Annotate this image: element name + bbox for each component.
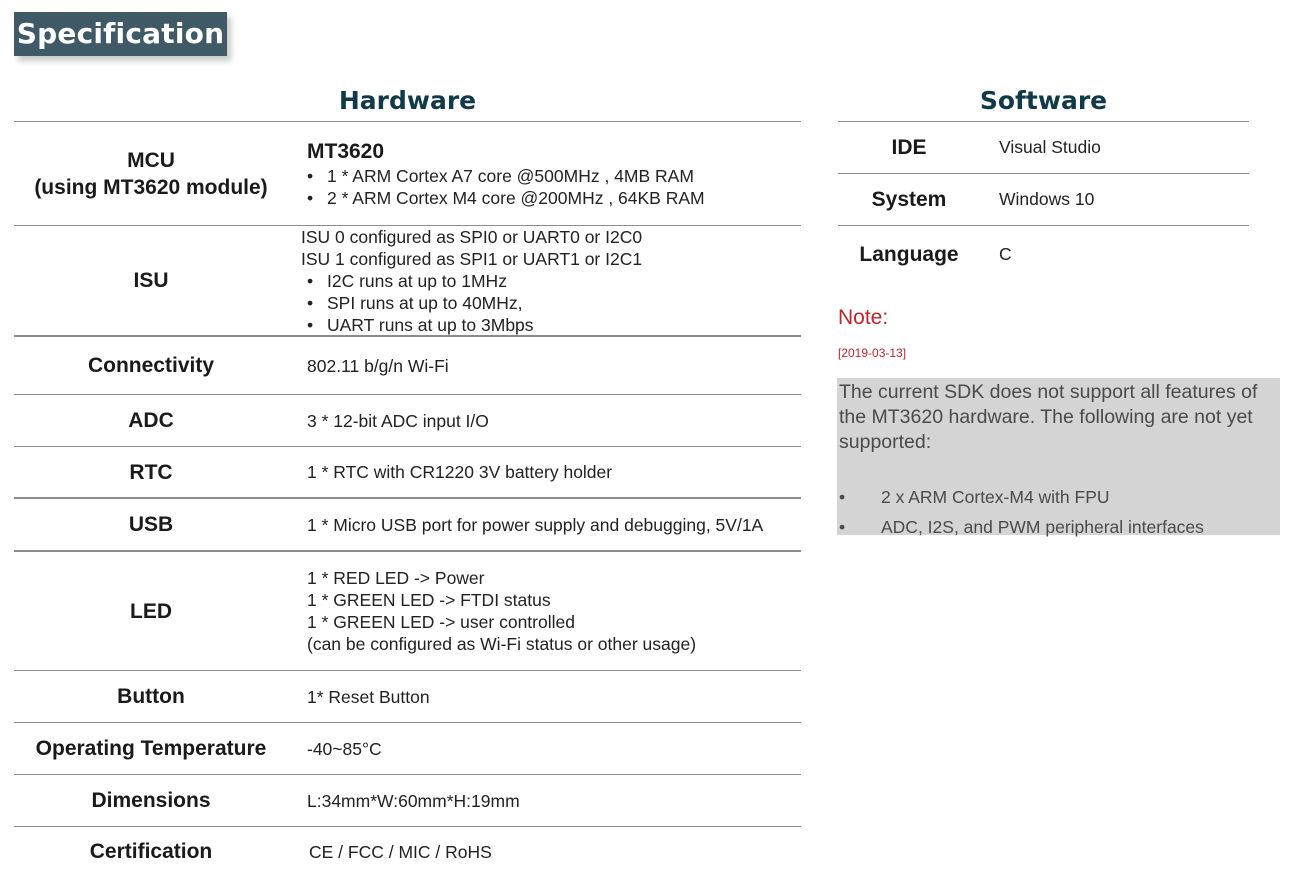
hw-label-usb: USB (128, 513, 174, 536)
hw-label-adc: ADC (128, 409, 174, 432)
hardware-table: MCU (using MT3620 module) MT3620 • 1 * AR… (14, 121, 801, 873)
note-item-text: ADC, I2S, and PWM peripheral interfaces (881, 517, 1204, 537)
isu-bullet: • UART runs at up to 3Mbps (301, 314, 801, 336)
led-line: 1 * RED LED -> Power (307, 568, 485, 588)
hw-value-led: 1 * RED LED -> Power 1 * GREEN LED -> FT… (307, 552, 801, 670)
sw-label-system: System (871, 187, 947, 211)
isu-bullet-text: I2C runs at up to 1MHz (327, 271, 507, 291)
hw-row-certification: Certification CE / FCC / MIC / RoHS (14, 826, 801, 873)
hw-value-dimensions: L:34mm*W:60mm*H:19mm (307, 790, 520, 811)
hw-value-isu: ISU 0 configured as SPI0 or UART0 or I2C… (301, 226, 801, 335)
hw-row-adc: ADC 3 * 12-bit ADC input I/O (14, 394, 801, 446)
isu-bullet-text: UART runs at up to 3Mbps (327, 315, 534, 335)
hw-row-connectivity: Connectivity 802.11 b/g/n Wi-Fi (14, 335, 801, 394)
hw-label-isu: ISU (133, 269, 169, 292)
hw-label-dimensions: Dimensions (91, 789, 211, 812)
hw-label-mcu: MCU (using MT3620 module) (14, 122, 288, 225)
sw-label-language: Language (859, 242, 959, 266)
note-title: Note: (838, 306, 889, 329)
hw-row-dimensions: Dimensions L:34mm*W:60mm*H:19mm (14, 774, 801, 826)
spec-page: Specification Hardware Software MCU (usi… (0, 0, 1290, 873)
bullet-dot: • (307, 315, 314, 335)
sw-label-ide: IDE (891, 135, 927, 159)
hw-value-connectivity: 802.11 b/g/n Wi-Fi (307, 355, 449, 376)
note-text: The current SDK does not support all fea… (839, 381, 1258, 453)
bullet-dot: • (307, 271, 314, 291)
sw-row-ide: IDE Visual Studio (838, 121, 1249, 173)
note-list-item: • ADC, I2S, and PWM peripheral interfaces (839, 512, 1278, 542)
hw-label-certification: Certification (89, 840, 213, 863)
isu-bullet-text: SPI runs at up to 40MHz, (327, 293, 523, 313)
hw-label-mcu-line-1: MCU (127, 148, 175, 172)
mcu-bullet-text: 2 * ARM Cortex M4 core @200MHz , 64KB RA… (327, 188, 705, 208)
sw-value-system: Windows 10 (999, 189, 1095, 209)
bullet-dot: • (307, 188, 314, 208)
software-heading: Software (979, 86, 1108, 115)
sw-row-system: System Windows 10 (838, 173, 1249, 225)
hw-row-led: LED 1 * RED LED -> Power 1 * GREEN LED -… (14, 550, 801, 670)
mcu-bullet: • 1 * ARM Cortex A7 core @500MHz , 4MB RA… (307, 165, 801, 187)
hw-value-usb: 1 * Micro USB port for power supply and … (307, 514, 764, 535)
hw-label-rtc: RTC (129, 460, 173, 484)
hw-row-isu: ISU ISU 0 configured as SPI0 or UART0 or… (14, 225, 801, 335)
bullet-dot: • (307, 166, 314, 186)
hw-label-mcu-line-2: (using MT3620 module) (34, 175, 268, 199)
software-table: IDE Visual Studio System Windows 10 Lang… (838, 121, 1249, 283)
hw-label-button: Button (117, 685, 185, 708)
led-line: 1 * GREEN LED -> FTDI status (307, 590, 551, 610)
hw-value-adc: 3 * 12-bit ADC input I/O (307, 410, 489, 431)
sw-row-language: Language C (838, 225, 1249, 283)
isu-line: ISU 0 configured as SPI0 or UART0 or I2C… (301, 227, 643, 247)
bullet-dot: • (839, 517, 846, 537)
note-date: [2019-03-13] (838, 346, 907, 360)
note-list-item: • 2 x ARM Cortex-M4 with FPU (839, 482, 1278, 512)
mcu-model: MT3620 (307, 140, 385, 163)
isu-bullet: • SPI runs at up to 40MHz, (301, 292, 801, 314)
hw-value-certification: CE / FCC / MIC / RoHS (309, 841, 492, 862)
led-line: 1 * GREEN LED -> user controlled (307, 612, 575, 632)
sw-value-ide: Visual Studio (999, 137, 1101, 157)
bullet-dot: • (307, 293, 314, 313)
hw-row-button: Button 1* Reset Button (14, 670, 801, 722)
isu-line: ISU 1 configured as SPI1 or UART1 or I2C… (301, 249, 643, 269)
hw-row-operating-temperature: Operating Temperature -40~85°C (14, 722, 801, 774)
hardware-heading: Hardware (338, 86, 477, 115)
hw-row-usb: USB 1 * Micro USB port for power supply … (14, 497, 801, 550)
bullet-dot: • (839, 487, 846, 507)
hw-value-rtc: 1 * RTC with CR1220 3V battery holder (307, 462, 613, 482)
hw-value-mcu: MT3620 • 1 * ARM Cortex A7 core @500MHz ,… (307, 122, 801, 225)
note-list: • 2 x ARM Cortex-M4 with FPU • ADC, I2S, a… (839, 482, 1278, 542)
isu-bullet: • I2C runs at up to 1MHz (301, 270, 801, 292)
sw-value-language: C (999, 244, 1012, 264)
mcu-bullet-text: 1 * ARM Cortex A7 core @500MHz , 4MB RAM (327, 166, 694, 186)
hw-row-mcu: MCU (using MT3620 module) MT3620 • 1 * AR… (14, 121, 801, 225)
mcu-bullet: • 2 * ARM Cortex M4 core @200MHz , 64KB R… (307, 187, 801, 209)
hw-value-button: 1* Reset Button (307, 686, 430, 707)
hw-value-operating-temperature: -40~85°C (307, 738, 382, 759)
page-title: Specification (14, 12, 227, 56)
hw-label-operating-temperature: Operating Temperature (35, 737, 267, 760)
hw-label-led: LED (130, 599, 172, 623)
hw-label-connectivity: Connectivity (87, 354, 215, 377)
hw-row-rtc: RTC 1 * RTC with CR1220 3V battery holde… (14, 446, 801, 497)
note-item-text: 2 x ARM Cortex-M4 with FPU (881, 487, 1110, 507)
note-box: The current SDK does not support all fea… (837, 378, 1280, 537)
led-line: (can be configured as Wi-Fi status or ot… (307, 634, 697, 654)
